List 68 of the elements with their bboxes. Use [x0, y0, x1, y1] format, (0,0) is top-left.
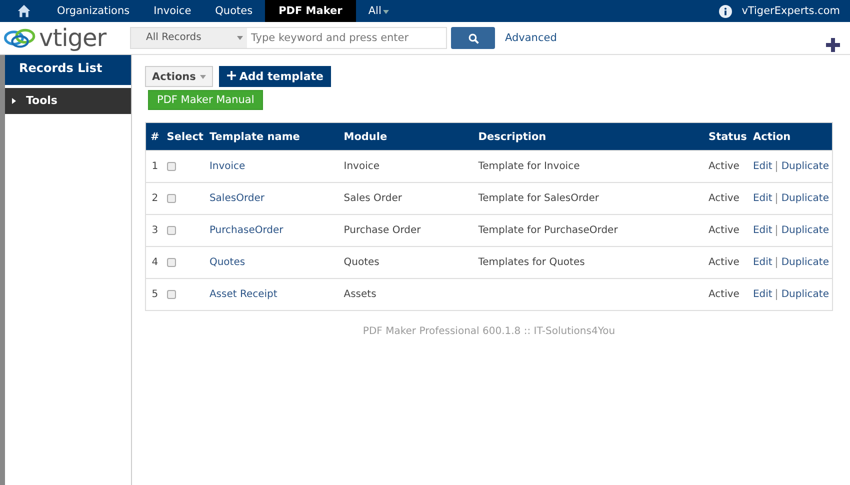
module-cell: Invoice	[344, 161, 380, 172]
status-cell: Active	[708, 161, 740, 172]
template-name-link[interactable]: PurchaseOrder	[209, 225, 284, 236]
row-checkbox[interactable]	[166, 162, 176, 171]
edit-link[interactable]: Edit	[752, 289, 772, 300]
module-cell: Assets	[344, 289, 376, 300]
edit-link[interactable]: Edit	[752, 257, 772, 268]
duplicate-link[interactable]: Duplicate	[781, 161, 829, 172]
status-cell: Active	[708, 193, 740, 204]
nav-tab[interactable]: All	[356, 0, 402, 22]
template-name-link[interactable]: Quotes	[209, 257, 246, 268]
advanced-search-link[interactable]: Advanced	[505, 32, 557, 44]
edit-link[interactable]: Edit	[752, 161, 772, 172]
description-cell: Templates for Quotes	[478, 257, 585, 268]
row-checkbox[interactable]	[166, 258, 176, 267]
row-number: 2	[152, 193, 158, 204]
column-header: Template name	[206, 122, 341, 150]
edit-link[interactable]: Edit	[752, 193, 772, 204]
nav-tab[interactable]: Quotes	[203, 0, 265, 22]
description-cell: Template for SalesOrder	[478, 193, 600, 204]
caret-icon	[200, 74, 206, 79]
row-checkbox[interactable]	[166, 226, 176, 235]
module-cell: Sales Order	[344, 193, 402, 204]
sidebar-item[interactable]: Tools	[5, 88, 131, 114]
row-number: 4	[152, 257, 158, 268]
user-name[interactable]: vTigerExperts.com	[742, 5, 840, 17]
module-cell: Quotes	[344, 257, 380, 268]
info-icon[interactable]	[718, 4, 732, 18]
row-checkbox[interactable]	[166, 194, 176, 203]
logo-text: vtiger	[39, 24, 106, 52]
status-cell: Active	[708, 257, 740, 268]
duplicate-link[interactable]: Duplicate	[781, 257, 829, 268]
template-name-link[interactable]: Invoice	[209, 161, 246, 172]
row-number: 3	[152, 225, 158, 236]
caret-icon	[383, 10, 390, 14]
column-header: Module	[340, 122, 476, 150]
duplicate-link[interactable]: Duplicate	[781, 289, 829, 300]
expand-arrow-icon	[12, 98, 16, 104]
column-header: Status	[706, 122, 750, 150]
column-header: Description	[475, 122, 706, 150]
column-header: #	[146, 122, 164, 150]
search-button[interactable]	[451, 27, 495, 49]
module-cell: Purchase Order	[344, 225, 421, 236]
template-name-link[interactable]: SalesOrder	[209, 193, 264, 204]
column-header: Select	[164, 122, 206, 150]
row-checkbox[interactable]	[166, 290, 176, 299]
column-header: Action	[750, 122, 832, 150]
actions-dropdown[interactable]: Actions	[145, 66, 213, 87]
home-icon[interactable]	[17, 4, 31, 18]
description-cell: Template for PurchaseOrder	[478, 225, 618, 236]
nav-tab[interactable]: PDF Maker	[264, 0, 356, 22]
row-number: 1	[152, 161, 158, 172]
sidebar-title: Records List	[5, 55, 131, 87]
search-icon	[468, 32, 478, 44]
status-cell: Active	[708, 289, 740, 300]
duplicate-link[interactable]: Duplicate	[781, 193, 829, 204]
duplicate-link[interactable]: Duplicate	[781, 225, 829, 236]
plus-icon[interactable]	[826, 38, 840, 52]
footer-text: PDF Maker Professional 600.1.8 :: IT-Solutions4You	[362, 326, 616, 337]
edit-link[interactable]: Edit	[752, 225, 772, 236]
nav-tab[interactable]: Organizations	[45, 0, 142, 22]
status-cell: Active	[708, 225, 740, 236]
nav-tab[interactable]: Invoice	[142, 0, 204, 22]
template-name-link[interactable]: Asset Receipt	[209, 289, 278, 300]
plus-icon	[226, 71, 236, 80]
description-cell: Template for Invoice	[478, 161, 580, 172]
row-number: 5	[152, 289, 158, 300]
add-template-button[interactable]: Add template	[218, 66, 332, 87]
